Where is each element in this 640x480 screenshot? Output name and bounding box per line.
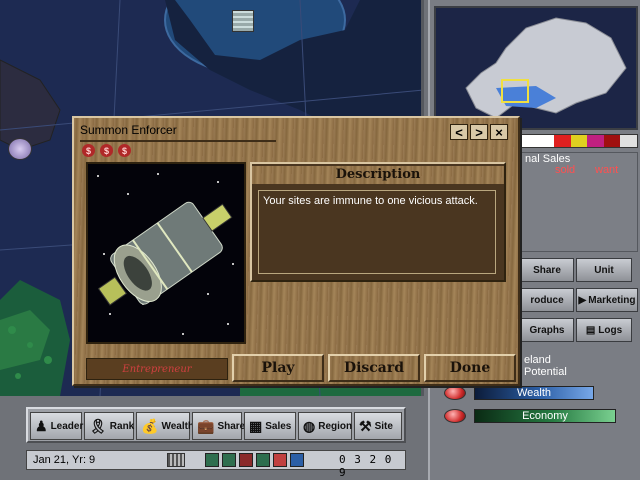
money-counter: 0 3 2 0 9: [339, 453, 393, 479]
sales-button[interactable]: ▦ Sales: [244, 412, 296, 440]
logs-label: Logs: [598, 324, 623, 336]
rank-button[interactable]: 🎗 Rank: [84, 412, 134, 440]
satellite-image: [86, 162, 246, 344]
sales-label: Sales: [265, 420, 292, 432]
site-button[interactable]: ⚒ Site: [354, 412, 402, 440]
want-label: want: [595, 164, 619, 176]
economy-bar: Economy: [474, 409, 616, 423]
potential-label: Potential: [524, 366, 567, 378]
share-button[interactable]: Share: [520, 258, 574, 282]
status-bar: Jan 21, Yr: 9 0 3 2 0 9: [26, 450, 406, 479]
leader-button[interactable]: ♟ Leader: [30, 412, 84, 440]
palette-swatch[interactable]: [603, 135, 621, 147]
previous-card-button[interactable]: <: [450, 124, 468, 140]
megaphone-icon: ▶: [578, 294, 587, 306]
share-toolbar-button[interactable]: 💼 Share: [192, 412, 246, 440]
produce-button[interactable]: roduce: [520, 288, 574, 312]
cost-coin-icon: $: [118, 144, 131, 157]
palette-swatch[interactable]: [587, 135, 604, 147]
logs-icon: ▤: [585, 324, 596, 336]
alert-icon[interactable]: [273, 453, 287, 467]
slow-icon[interactable]: [222, 453, 236, 467]
produce-label: roduce: [530, 294, 564, 306]
discard-label: Discard: [343, 360, 405, 376]
speed-controls: [205, 453, 304, 467]
palette-swatch[interactable]: [521, 135, 555, 147]
done-button[interactable]: Done: [424, 354, 516, 382]
next-card-button[interactable]: >: [470, 124, 488, 140]
logs-button[interactable]: ▤ Logs: [576, 318, 632, 342]
wealth-button[interactable]: 💰 Wealth: [136, 412, 194, 440]
building-icon[interactable]: [232, 10, 254, 32]
done-label: Done: [449, 360, 491, 376]
minimap[interactable]: [434, 6, 638, 130]
discard-button[interactable]: Discard: [328, 354, 420, 382]
palette-swatch[interactable]: [570, 135, 588, 147]
play-button[interactable]: Play: [232, 354, 324, 382]
share-toolbar-label: Share: [217, 420, 246, 432]
region-button[interactable]: ◍ Region: [298, 412, 352, 440]
unit-button[interactable]: Unit: [576, 258, 632, 282]
dialog-title: Summon Enforcer: [80, 123, 177, 137]
site-label: Site: [374, 420, 393, 432]
region-name: eland: [524, 354, 551, 366]
globe-icon: ◍: [303, 418, 316, 434]
chevron-right-icon: >: [475, 124, 483, 140]
description-panel: Description Your sites are immune to one…: [250, 162, 506, 282]
color-palette[interactable]: [520, 134, 638, 148]
level-label: Entrepreneur: [86, 358, 228, 380]
cost-coin-icon: $: [100, 144, 113, 157]
info-icon[interactable]: [290, 453, 304, 467]
wealth-bar: Wealth: [474, 386, 594, 400]
card-dialog: Summon Enforcer $ $ $ < > × Description …: [72, 116, 520, 386]
game-date: Jan 21, Yr: 9: [33, 454, 96, 466]
share-label: Share: [533, 264, 561, 276]
marketing-button[interactable]: ▶ Marketing: [576, 288, 638, 312]
graphs-button[interactable]: Graphs: [520, 318, 574, 342]
cost-indicator: $ $ $: [82, 144, 131, 157]
wealth-toggle-icon[interactable]: [444, 386, 466, 400]
palette-swatch[interactable]: [554, 135, 571, 147]
description-heading: Description: [252, 166, 504, 184]
close-button[interactable]: ×: [490, 124, 508, 140]
satellite-dish-icon[interactable]: [8, 138, 32, 160]
economy-bar-label: Economy: [522, 410, 568, 422]
marketing-label: Marketing: [588, 294, 636, 306]
play-label: Play: [261, 360, 295, 376]
person-icon: ♟: [35, 418, 48, 434]
wealth-label: Wealth: [161, 420, 195, 432]
keyboard-icon[interactable]: [167, 453, 185, 467]
cost-coin-icon: $: [82, 144, 95, 157]
region-label: Region: [318, 420, 353, 432]
economy-toggle-icon[interactable]: [444, 409, 466, 423]
register-icon: ▦: [249, 418, 263, 434]
description-text: Your sites are immune to one vicious att…: [258, 190, 496, 274]
title-underline: [80, 140, 276, 142]
crane-icon: ⚒: [359, 418, 372, 434]
rank-label: Rank: [109, 420, 135, 432]
ribbon-icon: 🎗: [89, 418, 107, 434]
graphs-label: Graphs: [529, 324, 565, 336]
chevron-left-icon: <: [455, 124, 463, 140]
wealth-bar-label: Wealth: [516, 387, 552, 399]
palette-swatch[interactable]: [620, 135, 638, 147]
briefcase-icon: 💼: [197, 418, 215, 434]
main-toolbar: ♟ Leader 🎗 Rank 💰 Wealth 💼 Share ▦ Sales…: [26, 407, 406, 443]
leader-label: Leader: [50, 420, 84, 432]
money-bag-icon: 💰: [141, 418, 159, 434]
close-icon: ×: [495, 124, 503, 140]
pause-icon[interactable]: [205, 453, 219, 467]
fast-icon[interactable]: [256, 453, 270, 467]
sold-label: sold: [555, 164, 576, 176]
normal-icon[interactable]: [239, 453, 253, 467]
unit-label: Unit: [594, 264, 614, 276]
